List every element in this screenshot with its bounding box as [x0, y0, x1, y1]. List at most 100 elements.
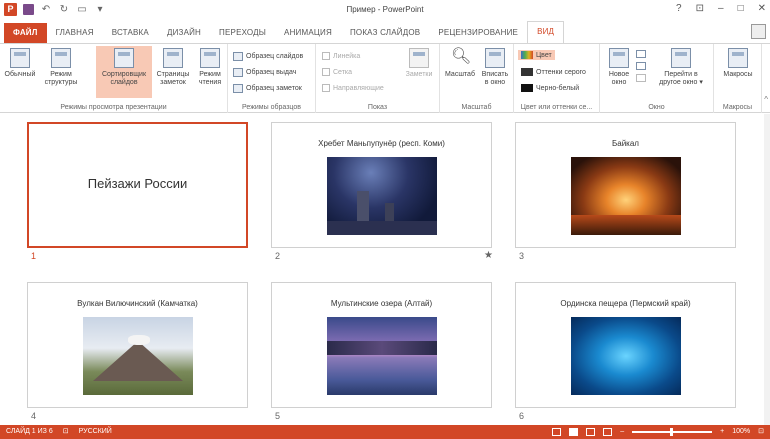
- slide-sorter-button[interactable]: Сортировщик слайдов: [96, 46, 152, 98]
- tab-home[interactable]: ГЛАВНАЯ: [47, 23, 103, 43]
- outline-view-icon: [51, 48, 71, 68]
- ribbon-options-icon[interactable]: ⊡: [696, 3, 704, 14]
- group-presentation-views: Обычный Режим структуры Сортировщик слай…: [0, 44, 228, 113]
- slide-sorter-status-icon[interactable]: [569, 428, 579, 436]
- tab-design[interactable]: ДИЗАЙН: [158, 23, 210, 43]
- fit-slide-icon[interactable]: ⊡: [758, 425, 764, 439]
- zoom-percent[interactable]: 100%: [732, 425, 750, 439]
- outline-view-button[interactable]: Режим структуры: [40, 48, 82, 87]
- slide-thumbnail-3[interactable]: Байкал: [515, 122, 736, 248]
- arrange-all-icon[interactable]: [636, 50, 646, 58]
- tab-animations[interactable]: АНИМАЦИЯ: [275, 23, 341, 43]
- minimize-icon[interactable]: –: [718, 3, 724, 14]
- slide-master-icon: [233, 52, 243, 61]
- handout-master-button[interactable]: Образец выдач: [233, 68, 296, 77]
- blackwhite-button[interactable]: Черно-белый: [521, 84, 579, 92]
- color-button[interactable]: Цвет: [518, 50, 555, 60]
- macros-label: Макросы: [723, 71, 753, 78]
- slideshow-status-icon[interactable]: [603, 428, 613, 436]
- fit-label-1: Вписать: [481, 71, 509, 78]
- guides-label: Направляющие: [333, 84, 384, 92]
- reading-view-label-2: чтения: [198, 79, 222, 86]
- zoom-label: Масштаб: [445, 71, 475, 78]
- notes-master-button[interactable]: Образец заметок: [233, 84, 302, 93]
- new-window-button[interactable]: Новое окно: [604, 48, 634, 87]
- slide-title: Хребет Маньпупунёр (респ. Коми): [318, 139, 445, 148]
- normal-view-icon: [10, 48, 30, 68]
- switch-label-1: Перейти в: [664, 71, 698, 78]
- ruler-check-icon: [322, 52, 330, 60]
- group-label-macros: Макросы: [722, 104, 753, 111]
- slide-thumbnail-5[interactable]: Мультинские озера (Алтай): [271, 282, 492, 408]
- group-label-zoom: Масштаб: [461, 104, 492, 111]
- grayscale-label: Оттенки серого: [536, 68, 586, 76]
- reading-view-button[interactable]: Режим чтения: [194, 48, 226, 87]
- transition-star-icon[interactable]: ★: [484, 250, 493, 261]
- fit-to-window-button[interactable]: Вписать в окно: [478, 48, 512, 87]
- zoom-button[interactable]: 🔍︎ Масштаб: [444, 48, 476, 79]
- notes-page-label-1: Страницы: [156, 71, 190, 78]
- fit-label-2: в окно: [484, 79, 506, 86]
- tab-insert[interactable]: ВСТАВКА: [103, 23, 158, 43]
- group-macros: Макросы Макросы: [714, 44, 762, 113]
- slide-master-button[interactable]: Образец слайдов: [233, 52, 303, 61]
- user-avatar[interactable]: [751, 24, 766, 39]
- status-bar: СЛАЙД 1 ИЗ 6 ⊡ РУССКИЙ – + 100% ⊡: [0, 425, 770, 439]
- magnifier-icon: 🔍︎: [451, 48, 472, 65]
- slide-number: 6: [519, 411, 525, 421]
- gridlines-check-icon: [322, 68, 330, 76]
- tab-review[interactable]: РЕЦЕНЗИРОВАНИЕ: [429, 23, 527, 43]
- spellcheck-icon[interactable]: ⊡: [63, 425, 69, 439]
- slide-title: Пейзажи России: [87, 176, 188, 191]
- slide-thumbnail-6[interactable]: Ординска пещера (Пермский край): [515, 282, 736, 408]
- gridlines-checkbox[interactable]: Сетка: [322, 68, 352, 76]
- macros-icon: [728, 48, 748, 68]
- reading-view-label-1: Режим: [199, 71, 221, 78]
- ruler-checkbox[interactable]: Линейка: [322, 52, 360, 60]
- notes-master-icon: [233, 84, 243, 93]
- reading-view-status-icon[interactable]: [586, 428, 596, 436]
- switch-windows-icon: [671, 48, 691, 68]
- notes-icon: [409, 48, 429, 68]
- switch-windows-button[interactable]: Перейти в другое окно ▾: [652, 48, 710, 87]
- guides-checkbox[interactable]: Направляющие: [322, 84, 384, 92]
- tab-view[interactable]: ВИД: [527, 21, 565, 43]
- tab-file[interactable]: ФАЙЛ: [4, 23, 47, 43]
- blackwhite-swatch-icon: [521, 84, 533, 92]
- color-label: Цвет: [536, 51, 552, 59]
- tab-slideshow[interactable]: ПОКАЗ СЛАЙДОВ: [341, 23, 429, 43]
- maximize-icon[interactable]: □: [738, 3, 744, 14]
- notes-master-label: Образец заметок: [246, 85, 302, 92]
- zoom-in-icon[interactable]: +: [720, 425, 724, 439]
- group-color: Цвет Оттенки серого Черно-белый Цвет или…: [514, 44, 600, 113]
- slide-photo-multinskie-lakes: [327, 317, 437, 395]
- zoom-out-icon[interactable]: –: [620, 425, 624, 439]
- blackwhite-label: Черно-белый: [536, 84, 580, 92]
- notes-button[interactable]: Заметки: [402, 48, 436, 79]
- collapse-ribbon-icon[interactable]: ^: [764, 95, 768, 104]
- close-icon[interactable]: ✕: [758, 3, 766, 14]
- vertical-scrollbar[interactable]: [764, 114, 770, 425]
- help-icon[interactable]: ?: [676, 3, 682, 14]
- move-split-icon[interactable]: [636, 74, 646, 82]
- slide-number: 4: [31, 411, 37, 421]
- normal-view-button[interactable]: Обычный: [2, 48, 38, 79]
- handout-master-icon: [233, 68, 243, 77]
- normal-view-status-icon[interactable]: [552, 428, 562, 436]
- language-indicator[interactable]: РУССКИЙ: [79, 425, 112, 439]
- gridlines-label: Сетка: [333, 68, 353, 76]
- slide-thumbnail-1[interactable]: Пейзажи России: [27, 122, 248, 248]
- grayscale-button[interactable]: Оттенки серого: [521, 68, 586, 76]
- notes-page-button[interactable]: Страницы заметок: [154, 48, 192, 87]
- notes-label: Заметки: [405, 71, 433, 78]
- slide-counter: СЛАЙД 1 ИЗ 6: [6, 428, 53, 435]
- slide-thumbnail-4[interactable]: Вулкан Вилючинский (Камчатка): [27, 282, 248, 408]
- outline-view-label-1: Режим: [50, 71, 72, 78]
- zoom-slider[interactable]: [632, 428, 713, 436]
- slide-number: 1: [31, 251, 37, 261]
- cascade-icon[interactable]: [636, 62, 646, 70]
- macros-button[interactable]: Макросы: [718, 48, 758, 79]
- slide-sorter-label-1: Сортировщик: [101, 71, 147, 78]
- slide-thumbnail-2[interactable]: Хребет Маньпупунёр (респ. Коми): [271, 122, 492, 248]
- tab-transitions[interactable]: ПЕРЕХОДЫ: [210, 23, 275, 43]
